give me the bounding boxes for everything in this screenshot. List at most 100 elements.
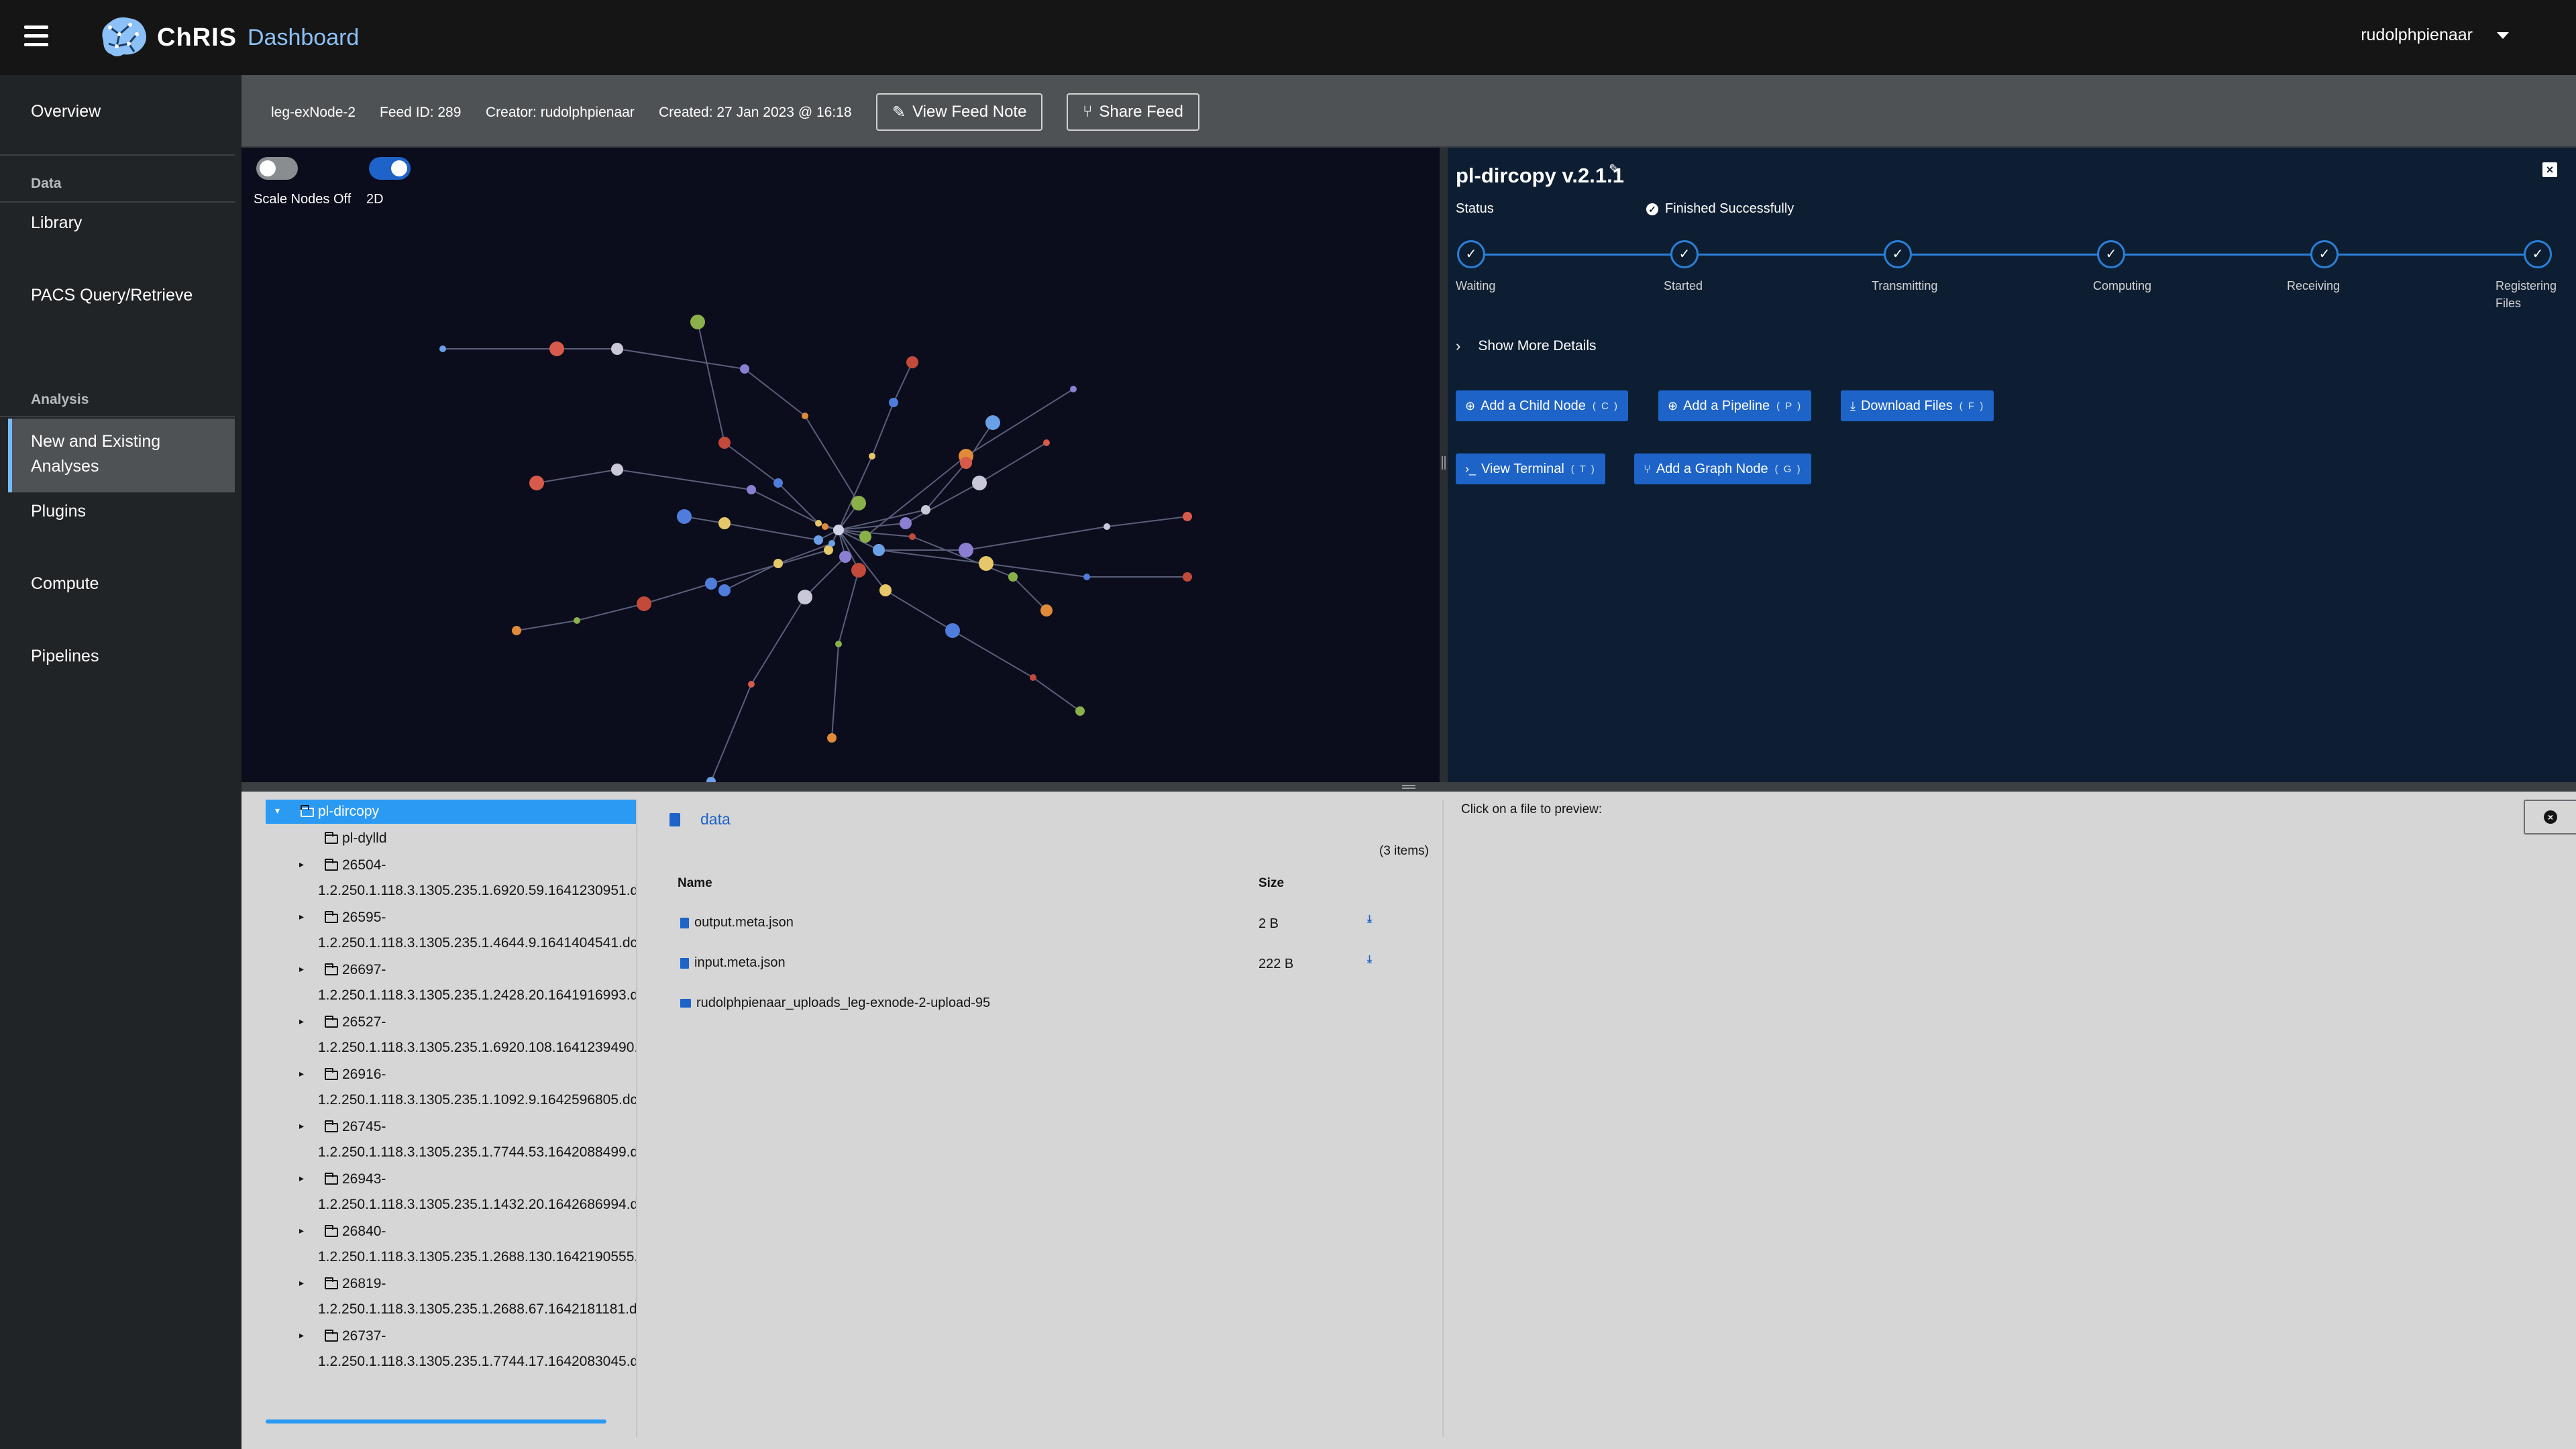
file-row-input-meta[interactable]: input.meta.json [680, 955, 786, 971]
graph-node[interactable] [611, 464, 623, 476]
nav-plugins[interactable]: Plugins [31, 499, 86, 524]
graph-node[interactable] [889, 398, 898, 407]
share-feed-button[interactable]: ⑂ Share Feed [1067, 93, 1199, 131]
user-menu[interactable]: rudolphpienaar [2361, 25, 2509, 45]
show-more-details-toggle[interactable]: › Show More Details [1456, 337, 1597, 355]
view-feed-note-button[interactable]: ✎ View Feed Note [876, 93, 1043, 131]
graph-node[interactable] [985, 415, 1000, 430]
graph-node[interactable] [706, 777, 716, 782]
graph-node[interactable] [1075, 706, 1085, 716]
graph-node[interactable] [906, 356, 918, 368]
graph-node[interactable] [1040, 604, 1053, 616]
edit-title-icon[interactable]: ✎ [1609, 161, 1620, 178]
graph-node[interactable] [822, 523, 828, 530]
graph-node[interactable] [705, 578, 717, 590]
folder-row-uploads[interactable]: rudolphpienaar_uploads_leg-exnode-2-uplo… [680, 996, 990, 1011]
graph-node[interactable] [835, 641, 842, 647]
tree-folder-node[interactable]: ▸ 26737- 1.2.250.1.118.3.1305.235.1.7744.1… [266, 1324, 636, 1375]
vertical-splitter[interactable] [1440, 148, 1448, 782]
tree-folder-node[interactable]: ▸ 26916- 1.2.250.1.118.3.1305.235.1.1092.9… [266, 1063, 636, 1114]
graph-node[interactable] [637, 596, 651, 611]
nav-pipelines[interactable]: Pipelines [31, 644, 99, 669]
tree-folder-node[interactable]: ▸ 26504- 1.2.250.1.118.3.1305.235.1.6920.5… [266, 853, 636, 904]
nav-pacs[interactable]: PACS Query/Retrieve [31, 283, 193, 308]
tree-folder-node[interactable]: ▸ 26745- 1.2.250.1.118.3.1305.235.1.7744.5… [266, 1115, 636, 1166]
graph-node[interactable] [773, 478, 783, 488]
graph-node[interactable] [828, 540, 835, 547]
graph-node[interactable] [1008, 572, 1018, 582]
graph-node[interactable] [815, 520, 822, 527]
tree-folder-node[interactable]: ▸ 26943- 1.2.250.1.118.3.1305.235.1.1432.2… [266, 1167, 636, 1218]
breadcrumb[interactable]: data [666, 810, 731, 830]
graph-node[interactable] [1070, 386, 1077, 392]
graph-node[interactable] [802, 413, 808, 419]
graph-node[interactable] [921, 505, 930, 515]
tree-folder-node[interactable]: ▸ 26595- 1.2.250.1.118.3.1305.235.1.4644.9… [266, 906, 636, 957]
graph-canvas[interactable] [241, 148, 1440, 782]
tree-folder-node[interactable]: ▸ 26697- 1.2.250.1.118.3.1305.235.1.2428.2… [266, 958, 636, 1009]
graph-node[interactable] [677, 509, 692, 524]
close-icon[interactable]: × [2542, 162, 2557, 177]
horizontal-splitter[interactable] [241, 782, 2576, 792]
add-pipeline-button[interactable]: ⊕ Add a Pipeline ( P ) [1658, 390, 1812, 421]
graph-node[interactable] [909, 533, 916, 540]
tree-child-node[interactable]: pl-dylld [266, 826, 636, 851]
graph-node[interactable] [859, 531, 871, 543]
graph-node[interactable] [1083, 574, 1090, 580]
nav-overview[interactable]: Overview [31, 99, 101, 124]
graph-node[interactable] [611, 343, 623, 355]
graph-node[interactable] [827, 733, 837, 743]
graph-node[interactable] [690, 315, 705, 329]
add-child-node-button[interactable]: ⊕ Add a Child Node ( C ) [1456, 390, 1629, 421]
graph-node[interactable] [851, 563, 866, 578]
graph-root-node[interactable] [833, 525, 844, 535]
tree-folder-node[interactable]: ▸ 26840- 1.2.250.1.118.3.1305.235.1.2688.1… [266, 1220, 636, 1271]
view-terminal-button[interactable]: ›_ View Terminal ( T ) [1456, 453, 1605, 484]
download-icon[interactable]: ⤓ [1367, 954, 1377, 965]
graph-node[interactable] [839, 551, 851, 563]
graph-node[interactable] [945, 623, 960, 638]
nav-library[interactable]: Library [31, 211, 82, 235]
feed-graph[interactable]: Scale Nodes Off 2D [241, 148, 1440, 782]
graph-node[interactable] [959, 543, 973, 557]
brand-logo[interactable]: ChRIS Dashboard [97, 11, 359, 64]
graph-node[interactable] [979, 556, 994, 571]
graph-node[interactable] [814, 535, 823, 545]
graph-node[interactable] [1043, 439, 1050, 446]
graph-node[interactable] [1030, 674, 1036, 681]
graph-node[interactable] [439, 345, 446, 352]
graph-node[interactable] [851, 496, 866, 511]
tree-root-node[interactable]: ▾ pl-dircopy [266, 800, 636, 824]
graph-node[interactable] [824, 545, 833, 555]
tree-horizontal-scrollbar[interactable] [266, 1419, 606, 1424]
nav-analyses[interactable]: New and Existing Analyses [31, 429, 185, 479]
graph-node[interactable] [549, 341, 564, 356]
graph-node[interactable] [748, 681, 755, 688]
graph-node[interactable] [529, 476, 544, 490]
add-graph-node-button[interactable]: ⑂ Add a Graph Node ( G ) [1634, 453, 1811, 484]
graph-node[interactable] [718, 437, 731, 449]
close-preview-button[interactable]: × [2524, 800, 2576, 835]
graph-node[interactable] [512, 626, 521, 635]
graph-node[interactable] [900, 517, 912, 529]
graph-node[interactable] [718, 517, 731, 529]
graph-node[interactable] [869, 453, 875, 460]
graph-node[interactable] [879, 584, 892, 596]
menu-toggle-icon[interactable] [24, 24, 48, 48]
graph-node[interactable] [1183, 572, 1192, 582]
tree-folder-node[interactable]: ▸ 26527- 1.2.250.1.118.3.1305.235.1.6920.1… [266, 1010, 636, 1061]
graph-node[interactable] [747, 485, 756, 494]
graph-node[interactable] [1183, 512, 1192, 521]
tree-folder-node[interactable]: ▸ 26819- 1.2.250.1.118.3.1305.235.1.2688.6… [266, 1272, 636, 1323]
graph-node[interactable] [873, 544, 885, 556]
graph-node[interactable] [960, 457, 972, 469]
file-row-output-meta[interactable]: output.meta.json [680, 915, 794, 930]
download-files-button[interactable]: ⤓ Download Files ( F ) [1841, 390, 1994, 421]
graph-node[interactable] [972, 476, 987, 490]
nav-compute[interactable]: Compute [31, 572, 99, 596]
graph-node[interactable] [574, 617, 580, 624]
graph-node[interactable] [798, 590, 812, 604]
graph-node[interactable] [740, 364, 749, 374]
file-tree[interactable]: ▾ pl-dircopy pl-dylld ▸ 26504- 1.2.250.1.1… [266, 800, 636, 1403]
graph-node[interactable] [1104, 523, 1110, 530]
